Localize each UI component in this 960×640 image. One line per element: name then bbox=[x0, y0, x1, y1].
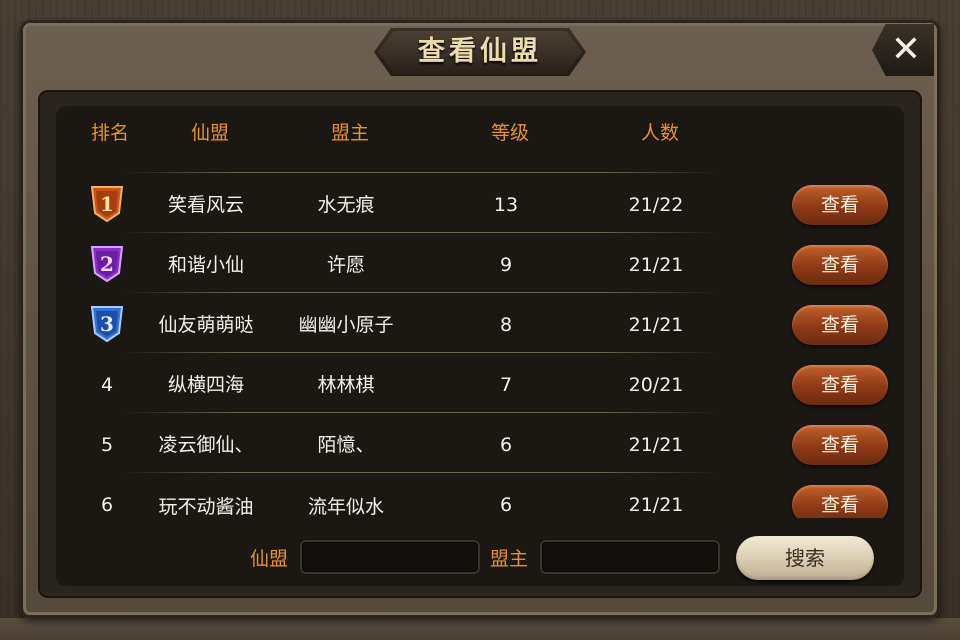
member-count: 20/21 bbox=[628, 374, 684, 396]
alliance-level: 13 bbox=[493, 194, 519, 216]
alliance-level: 9 bbox=[499, 254, 513, 276]
leader-name: 陌憶、 bbox=[317, 434, 375, 456]
rank-number: 3 bbox=[100, 312, 114, 336]
row-divider bbox=[120, 472, 720, 473]
alliance-list[interactable]: 1 笑看风云 水无痕 13 21/22 2 和谐小仙 许愿 9 21/21 3 … bbox=[56, 170, 904, 518]
header-alliance: 仙盟 bbox=[190, 122, 229, 144]
view-alliance-button[interactable]: 查看 bbox=[792, 425, 888, 465]
view-alliance-button[interactable]: 查看 bbox=[792, 185, 888, 225]
alliance-name: 和谐小仙 bbox=[167, 254, 244, 276]
header-leader: 盟主 bbox=[330, 122, 369, 144]
row-divider bbox=[120, 412, 720, 413]
row-divider bbox=[120, 352, 720, 353]
member-count: 21/21 bbox=[628, 254, 684, 276]
leader-name: 流年似水 bbox=[307, 496, 384, 518]
member-count: 21/21 bbox=[628, 494, 684, 516]
header-level: 等级 bbox=[490, 122, 529, 144]
search-leader-label: 盟主 bbox=[490, 548, 529, 570]
rank-badge-blue-icon: 3 bbox=[90, 306, 124, 343]
member-count: 21/21 bbox=[628, 434, 684, 456]
rank-number: 5 bbox=[100, 434, 114, 456]
member-count: 21/22 bbox=[628, 194, 684, 216]
member-count: 21/21 bbox=[628, 314, 684, 336]
dialog-title: 查看仙盟 bbox=[418, 36, 542, 67]
alliance-level: 6 bbox=[499, 494, 513, 516]
view-alliance-button[interactable]: 查看 bbox=[792, 305, 888, 345]
search-button[interactable]: 搜索 bbox=[736, 536, 874, 580]
search-alliance-label: 仙盟 bbox=[250, 548, 289, 570]
background-strip bbox=[0, 618, 960, 640]
rank-number: 6 bbox=[100, 494, 114, 516]
alliance-name: 仙友萌萌哒 bbox=[158, 314, 254, 336]
leader-name: 林林棋 bbox=[317, 374, 375, 396]
view-alliance-button[interactable]: 查看 bbox=[792, 485, 888, 518]
header-members: 人数 bbox=[640, 122, 679, 144]
rank-number: 4 bbox=[100, 374, 114, 396]
alliance-name: 纵横四海 bbox=[167, 374, 244, 396]
alliance-name: 凌云御仙、 bbox=[158, 434, 254, 456]
alliance-name: 玩不动酱油 bbox=[158, 496, 254, 518]
alliance-level: 8 bbox=[499, 314, 513, 336]
rank-number: 1 bbox=[100, 192, 114, 216]
row-divider bbox=[120, 292, 720, 293]
alliance-level: 6 bbox=[499, 434, 513, 456]
close-icon: ✕ bbox=[890, 29, 922, 70]
leader-name: 水无痕 bbox=[317, 194, 375, 216]
view-alliance-button[interactable]: 查看 bbox=[792, 365, 888, 405]
leader-name: 许愿 bbox=[326, 254, 365, 276]
rank-badge-purple-icon: 2 bbox=[90, 246, 124, 283]
view-alliance-button[interactable]: 查看 bbox=[792, 245, 888, 285]
alliance-level: 7 bbox=[499, 374, 513, 396]
alliance-name: 笑看风云 bbox=[167, 194, 244, 216]
rank-badge-gold-icon: 1 bbox=[90, 186, 124, 223]
rank-number: 2 bbox=[100, 252, 114, 276]
search-alliance-input[interactable] bbox=[300, 540, 480, 574]
search-leader-input[interactable] bbox=[540, 540, 720, 574]
row-divider bbox=[120, 232, 720, 233]
leader-name: 幽幽小原子 bbox=[298, 314, 394, 336]
